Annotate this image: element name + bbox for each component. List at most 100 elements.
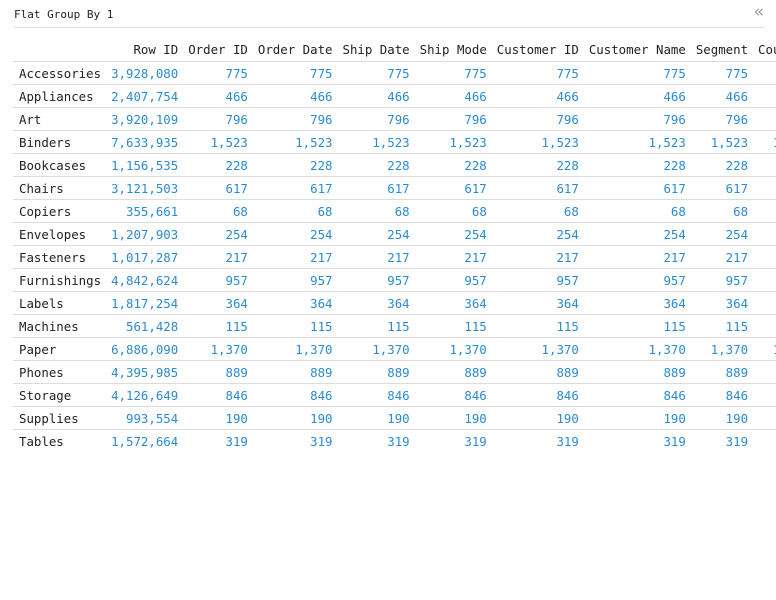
column-header[interactable]: Order Date xyxy=(253,38,338,62)
column-header[interactable]: Segment xyxy=(691,38,753,62)
count-link[interactable]: 775 xyxy=(583,61,691,85)
count-link[interactable]: 217 xyxy=(183,245,253,269)
count-link[interactable]: 4,842,624 xyxy=(106,268,184,292)
count-link[interactable]: 68 xyxy=(753,199,776,223)
count-link[interactable]: 4,395,985 xyxy=(106,360,184,384)
count-link[interactable]: 364 xyxy=(414,291,492,315)
count-link[interactable]: 617 xyxy=(337,176,415,200)
count-link[interactable]: 889 xyxy=(690,360,754,384)
count-link[interactable]: 846 xyxy=(252,383,338,407)
count-link[interactable]: 319 xyxy=(183,429,253,452)
count-link[interactable]: 319 xyxy=(690,429,754,452)
count-link[interactable]: 6,886,090 xyxy=(106,337,184,361)
count-link[interactable]: 1,370 xyxy=(583,337,691,361)
count-link[interactable]: 319 xyxy=(252,429,338,452)
count-link[interactable]: 319 xyxy=(753,429,776,452)
count-link[interactable]: 466 xyxy=(583,84,691,108)
count-link[interactable]: 68 xyxy=(690,199,754,223)
count-link[interactable]: 228 xyxy=(583,153,691,177)
count-link[interactable]: 228 xyxy=(414,153,492,177)
count-link[interactable]: 561,428 xyxy=(106,314,184,338)
count-link[interactable]: 775 xyxy=(252,61,338,85)
count-link[interactable]: 254 xyxy=(337,222,415,246)
count-link[interactable]: 115 xyxy=(583,314,691,338)
count-link[interactable]: 775 xyxy=(690,61,754,85)
count-link[interactable]: 957 xyxy=(753,268,776,292)
count-link[interactable]: 796 xyxy=(491,107,584,131)
count-link[interactable]: 228 xyxy=(753,153,776,177)
count-link[interactable]: 796 xyxy=(583,107,691,131)
count-link[interactable]: 68 xyxy=(583,199,691,223)
count-link[interactable]: 889 xyxy=(491,360,584,384)
count-link[interactable]: 217 xyxy=(583,245,691,269)
count-link[interactable]: 889 xyxy=(753,360,776,384)
column-header[interactable]: Order ID xyxy=(183,38,253,62)
count-link[interactable]: 993,554 xyxy=(106,406,184,430)
count-link[interactable]: 889 xyxy=(252,360,338,384)
count-link[interactable]: 1,523 xyxy=(252,130,338,154)
count-link[interactable]: 889 xyxy=(583,360,691,384)
count-link[interactable]: 319 xyxy=(491,429,584,452)
count-link[interactable]: 466 xyxy=(690,84,754,108)
count-link[interactable]: 1,523 xyxy=(337,130,415,154)
count-link[interactable]: 68 xyxy=(337,199,415,223)
count-link[interactable]: 68 xyxy=(491,199,584,223)
count-link[interactable]: 355,661 xyxy=(106,199,184,223)
count-link[interactable]: 319 xyxy=(337,429,415,452)
count-link[interactable]: 254 xyxy=(252,222,338,246)
count-link[interactable]: 617 xyxy=(252,176,338,200)
count-link[interactable]: 1,207,903 xyxy=(106,222,184,246)
count-link[interactable]: 1,370 xyxy=(183,337,253,361)
count-link[interactable]: 254 xyxy=(414,222,492,246)
count-link[interactable]: 957 xyxy=(183,268,253,292)
count-link[interactable]: 796 xyxy=(753,107,776,131)
count-link[interactable]: 1,370 xyxy=(252,337,338,361)
column-header[interactable]: Customer Name xyxy=(584,38,691,62)
count-link[interactable]: 217 xyxy=(337,245,415,269)
count-link[interactable]: 775 xyxy=(414,61,492,85)
count-link[interactable]: 617 xyxy=(491,176,584,200)
count-link[interactable]: 190 xyxy=(583,406,691,430)
count-link[interactable]: 190 xyxy=(252,406,338,430)
double-chevron-left-icon[interactable]: « xyxy=(754,4,764,21)
column-header[interactable]: Ship Date xyxy=(338,38,415,62)
column-header[interactable]: Row ID xyxy=(106,38,183,62)
count-link[interactable]: 2,407,754 xyxy=(106,84,184,108)
count-link[interactable]: 466 xyxy=(337,84,415,108)
count-link[interactable]: 115 xyxy=(252,314,338,338)
count-link[interactable]: 957 xyxy=(252,268,338,292)
count-link[interactable]: 254 xyxy=(491,222,584,246)
count-link[interactable]: 796 xyxy=(252,107,338,131)
count-link[interactable]: 466 xyxy=(491,84,584,108)
count-link[interactable]: 957 xyxy=(583,268,691,292)
count-link[interactable]: 254 xyxy=(690,222,754,246)
count-link[interactable]: 1,156,535 xyxy=(106,153,184,177)
count-link[interactable]: 1,523 xyxy=(690,130,754,154)
count-link[interactable]: 217 xyxy=(491,245,584,269)
count-link[interactable]: 115 xyxy=(753,314,776,338)
count-link[interactable]: 3,920,109 xyxy=(106,107,184,131)
count-link[interactable]: 846 xyxy=(337,383,415,407)
count-link[interactable]: 254 xyxy=(753,222,776,246)
count-link[interactable]: 319 xyxy=(414,429,492,452)
count-link[interactable]: 957 xyxy=(337,268,415,292)
count-link[interactable]: 115 xyxy=(491,314,584,338)
count-link[interactable]: 617 xyxy=(690,176,754,200)
count-link[interactable]: 846 xyxy=(690,383,754,407)
count-link[interactable]: 1,523 xyxy=(753,130,776,154)
count-link[interactable]: 190 xyxy=(753,406,776,430)
count-link[interactable]: 889 xyxy=(337,360,415,384)
count-link[interactable]: 1,817,254 xyxy=(106,291,184,315)
count-link[interactable]: 4,126,649 xyxy=(106,383,184,407)
count-link[interactable]: 68 xyxy=(183,199,253,223)
count-link[interactable]: 846 xyxy=(414,383,492,407)
count-link[interactable]: 466 xyxy=(252,84,338,108)
count-link[interactable]: 364 xyxy=(337,291,415,315)
count-link[interactable]: 617 xyxy=(183,176,253,200)
count-link[interactable]: 190 xyxy=(491,406,584,430)
count-link[interactable]: 3,121,503 xyxy=(106,176,184,200)
count-link[interactable]: 217 xyxy=(690,245,754,269)
count-link[interactable]: 1,017,287 xyxy=(106,245,184,269)
column-header[interactable]: Ship Mode xyxy=(415,38,492,62)
count-link[interactable]: 115 xyxy=(414,314,492,338)
